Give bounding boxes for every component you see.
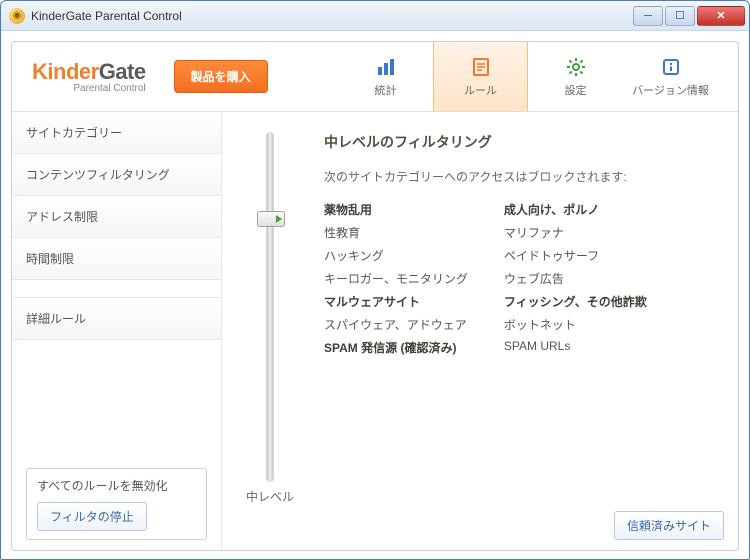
app-window: ◉ KinderGate Parental Control ─ ☐ ✕ Kind… bbox=[0, 0, 750, 560]
sidebar: サイトカテゴリー コンテンツフィルタリング アドレス制限 時間制限 詳細ルール … bbox=[12, 112, 222, 550]
close-button[interactable]: ✕ bbox=[697, 6, 745, 26]
tab-stats-label: 統計 bbox=[375, 82, 397, 98]
category-col-2: 成人向け、ポルノマリファナペイドトゥサーフウェブ広告フィッシング、その他詐欺ボッ… bbox=[504, 201, 647, 356]
tab-settings[interactable]: 設定 bbox=[528, 42, 623, 111]
main-panel: KinderGate Parental Control 製品を購入 統計 bbox=[11, 41, 739, 551]
tabs: 統計 ルール 設定 bbox=[338, 42, 718, 111]
category-item: SPAM 発信源 (確認済み) bbox=[324, 339, 468, 356]
sidebar-item-content-filter[interactable]: コンテンツフィルタリング bbox=[12, 154, 221, 196]
level-slider-track[interactable] bbox=[266, 132, 274, 482]
category-item: ボットネット bbox=[504, 316, 647, 333]
category-item: ペイドトゥサーフ bbox=[504, 247, 647, 264]
content-area: 中レベル 中レベルのフィルタリング 次のサイトカテゴリーへのアクセスはブロックさ… bbox=[222, 112, 738, 550]
category-item: ウェブ広告 bbox=[504, 270, 647, 287]
header: KinderGate Parental Control 製品を購入 統計 bbox=[12, 42, 738, 112]
category-item: ハッキング bbox=[324, 247, 468, 264]
filter-subheading: 次のサイトカテゴリーへのアクセスはブロックされます: bbox=[324, 168, 714, 185]
logo: KinderGate Parental Control bbox=[32, 59, 146, 94]
sidebar-separator bbox=[12, 280, 221, 298]
gear-icon bbox=[565, 56, 587, 78]
sidebar-item-categories[interactable]: サイトカテゴリー bbox=[12, 112, 221, 154]
app-icon: ◉ bbox=[9, 8, 25, 24]
logo-part2: Gate bbox=[99, 59, 146, 84]
category-item: 性教育 bbox=[324, 224, 468, 241]
category-item: 成人向け、ポルノ bbox=[504, 201, 647, 218]
tab-rules-label: ルール bbox=[464, 82, 497, 98]
window-title: KinderGate Parental Control bbox=[31, 9, 631, 23]
stop-filter-button[interactable]: フィルタの停止 bbox=[37, 502, 147, 531]
category-item: キーロガー、モニタリング bbox=[324, 270, 468, 287]
frame: KinderGate Parental Control 製品を購入 統計 bbox=[1, 31, 749, 560]
buy-button[interactable]: 製品を購入 bbox=[174, 60, 268, 93]
level-slider-thumb[interactable] bbox=[257, 211, 285, 227]
filter-details: 中レベルのフィルタリング 次のサイトカテゴリーへのアクセスはブロックされます: … bbox=[300, 132, 714, 538]
tab-version[interactable]: バージョン情報 bbox=[623, 42, 718, 111]
sidebar-item-time-limit[interactable]: 時間制限 bbox=[12, 238, 221, 280]
titlebar: ◉ KinderGate Parental Control ─ ☐ ✕ bbox=[1, 1, 749, 31]
trusted-sites-button[interactable]: 信頼済みサイト bbox=[614, 511, 724, 540]
category-item: マルウェアサイト bbox=[324, 293, 468, 310]
maximize-button[interactable]: ☐ bbox=[665, 6, 695, 26]
tab-version-label: バージョン情報 bbox=[632, 82, 709, 98]
tab-settings-label: 設定 bbox=[565, 82, 587, 98]
logo-subtitle: Parental Control bbox=[32, 83, 146, 94]
info-icon bbox=[660, 56, 682, 78]
sidebar-item-address-limit[interactable]: アドレス制限 bbox=[12, 196, 221, 238]
rules-icon bbox=[470, 56, 492, 78]
category-item: SPAM URLs bbox=[504, 339, 647, 353]
level-slider-label: 中レベル bbox=[246, 488, 294, 505]
tab-stats[interactable]: 統計 bbox=[338, 42, 433, 111]
window-controls: ─ ☐ ✕ bbox=[631, 6, 745, 26]
level-slider-area: 中レベル bbox=[240, 132, 300, 538]
category-item: マリファナ bbox=[504, 224, 647, 241]
filter-heading: 中レベルのフィルタリング bbox=[324, 132, 714, 152]
tab-rules[interactable]: ルール bbox=[433, 42, 528, 111]
minimize-button[interactable]: ─ bbox=[633, 6, 663, 26]
disable-rules-title: すべてのルールを無効化 bbox=[37, 477, 196, 494]
sidebar-item-advanced[interactable]: 詳細ルール bbox=[12, 298, 221, 340]
logo-part1: Kinder bbox=[32, 59, 99, 84]
disable-rules-box: すべてのルールを無効化 フィルタの停止 bbox=[26, 468, 207, 540]
category-item: スパイウェア、アドウェア bbox=[324, 316, 468, 333]
category-item: フィッシング、その他詐欺 bbox=[504, 293, 647, 310]
stats-icon bbox=[375, 56, 397, 78]
body: サイトカテゴリー コンテンツフィルタリング アドレス制限 時間制限 詳細ルール … bbox=[12, 112, 738, 550]
category-item: 薬物乱用 bbox=[324, 201, 468, 218]
category-col-1: 薬物乱用性教育ハッキングキーロガー、モニタリングマルウェアサイトスパイウェア、ア… bbox=[324, 201, 468, 356]
category-columns: 薬物乱用性教育ハッキングキーロガー、モニタリングマルウェアサイトスパイウェア、ア… bbox=[324, 201, 714, 356]
